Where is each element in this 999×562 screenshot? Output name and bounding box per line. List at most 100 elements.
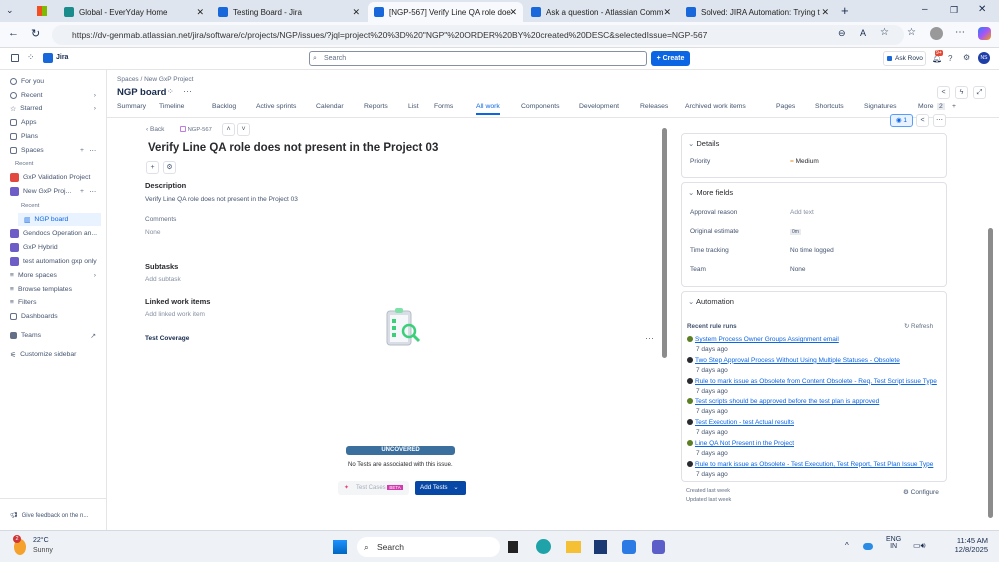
expand-icon[interactable]: ⤢	[973, 86, 986, 99]
configure-button[interactable]: ⚙ Configure	[903, 488, 939, 496]
add-tests-button[interactable]: Add Tests ⌄	[415, 481, 466, 495]
app-switcher-icon[interactable]: ⁘	[27, 52, 35, 63]
tab-releases[interactable]: Releases	[640, 103, 668, 110]
rule-link[interactable]: Test scripts should be approved before t…	[695, 398, 879, 405]
rule-link[interactable]: Two Step Approval Process Without Using …	[695, 357, 900, 364]
sidebar-project[interactable]: test automation gxp only	[4, 255, 102, 268]
back-icon[interactable]: ←	[8, 27, 19, 39]
original-estimate-field[interactable]: 0m	[790, 229, 801, 235]
ask-rovo-button[interactable]: Ask Rovo	[883, 51, 926, 66]
browser-tab-active[interactable]: [NGP-567] Verify Line QA role doe ✕	[368, 2, 523, 22]
browser-tab[interactable]: Testing Board - Jira ✕	[212, 2, 366, 22]
refresh-button[interactable]: ↻ Refresh	[904, 323, 933, 330]
tab-archived-work-items[interactable]: Archived work items	[685, 103, 746, 110]
taskbar-search[interactable]: ⌕ Search	[357, 537, 500, 557]
user-avatar[interactable]: NS	[978, 52, 990, 64]
start-button[interactable]	[333, 540, 347, 554]
automation-toggle[interactable]: ⌄ Automation	[688, 297, 734, 306]
language-indicator[interactable]: ENG IN	[886, 536, 901, 550]
issue-scrollbar[interactable]	[662, 128, 667, 358]
store-icon[interactable]	[594, 540, 607, 554]
tab-reports[interactable]: Reports	[364, 103, 388, 110]
rule-link[interactable]: Rule to mark issue as Obsolete - Test Ex…	[695, 461, 933, 468]
sidebar-project[interactable]: GxP Validation Project	[4, 171, 102, 184]
close-tab-icon[interactable]: ✕	[663, 7, 671, 18]
tab-calendar[interactable]: Calendar	[316, 103, 344, 110]
tab-list[interactable]: List	[408, 103, 419, 110]
rule-link[interactable]: Rule to mark issue as Obsolete from Cont…	[695, 378, 937, 385]
rule-link[interactable]: System Process Owner Groups Assignment e…	[695, 336, 839, 343]
tab-backlog[interactable]: Backlog	[212, 103, 236, 110]
close-tab-icon[interactable]: ✕	[352, 7, 360, 18]
clock[interactable]: 11:45 AM 12/8/2025	[946, 536, 988, 554]
create-button[interactable]: + Create	[651, 51, 690, 66]
favorites-icon[interactable]: ☆	[907, 27, 916, 38]
sidebar-project[interactable]: New GxP Proj... + ⋯	[4, 185, 102, 198]
sidebar-toggle-icon[interactable]	[11, 54, 19, 62]
sidebar-item-browse-templates[interactable]: ≡ Browse templates	[4, 283, 102, 296]
tab-timeline[interactable]: Timeline	[159, 103, 184, 110]
close-tab-icon[interactable]: ✕	[821, 7, 829, 18]
team-icon[interactable]: ⁘	[167, 87, 174, 96]
tab-all-work[interactable]: All work	[476, 103, 500, 115]
previous-issue-button[interactable]: ˄	[222, 123, 235, 136]
sidebar-item-filters[interactable]: ≡ Filters	[4, 296, 102, 309]
profile-avatar[interactable]	[930, 27, 943, 40]
file-explorer-icon[interactable]	[566, 541, 581, 553]
browser-tab[interactable]: Global - EverYday Home ✕	[58, 2, 210, 22]
tab-shortcuts[interactable]: Shortcuts	[815, 103, 844, 110]
more-icon[interactable]: ⋯	[89, 188, 96, 196]
test-cases-button[interactable]: ✦ Test Cases BETA	[338, 481, 409, 495]
sidebar-item-recent[interactable]: Recent ›	[4, 89, 102, 102]
tab-summary[interactable]: Summary	[117, 103, 146, 110]
add-tab-button[interactable]: +	[952, 103, 956, 110]
sidebar-project[interactable]: GxP Hybrid	[4, 241, 102, 254]
more-fields-toggle[interactable]: ⌄ More fields	[688, 188, 733, 197]
sidebar-item-ngp-board[interactable]: ▥ NGP board	[18, 213, 101, 226]
watch-button[interactable]: ◉ 1	[890, 114, 913, 127]
zoom-icon[interactable]: ⊖	[838, 28, 846, 39]
apps-gear-icon[interactable]: ⚙	[163, 161, 176, 174]
approval-reason-field[interactable]: Add text	[790, 209, 814, 216]
onedrive-icon[interactable]	[863, 543, 873, 550]
more-actions-icon[interactable]: ⋯	[933, 114, 946, 127]
task-view-icon[interactable]	[508, 541, 518, 553]
browser-tab[interactable]: Solved: JIRA Automation: Trying t ✕	[680, 2, 835, 22]
tab-forms[interactable]: Forms	[434, 103, 453, 110]
back-link[interactable]: ‹ Back	[146, 126, 164, 133]
minimize-button[interactable]: –	[922, 4, 928, 15]
address-bar[interactable]: https://dv-genmab.atlassian.net/jira/sof…	[52, 25, 904, 45]
favorite-star-icon[interactable]: ☆	[880, 27, 889, 38]
next-issue-button[interactable]: ˅	[237, 123, 250, 136]
copilot-icon[interactable]	[978, 27, 991, 40]
restore-button[interactable]: ❐	[950, 5, 958, 16]
teams-icon[interactable]	[652, 540, 665, 554]
page-scrollbar[interactable]	[988, 228, 993, 518]
share-icon[interactable]: <	[937, 86, 950, 99]
tab-pages[interactable]: Pages	[776, 103, 795, 110]
feedback-button[interactable]: 📢︎ Give feedback on the n...	[4, 509, 102, 522]
automation-bolt-icon[interactable]: ϟ	[955, 86, 968, 99]
more-icon[interactable]: ⋯	[645, 333, 654, 344]
close-tab-icon[interactable]: ✕	[509, 7, 517, 18]
breadcrumb-spaces[interactable]: Spaces	[117, 76, 139, 83]
sidebar-item-plans[interactable]: Plans	[4, 130, 102, 143]
tab-more[interactable]: More	[918, 103, 934, 110]
details-toggle[interactable]: ⌄ Details	[688, 139, 719, 148]
close-window-button[interactable]: ✕	[978, 4, 986, 15]
show-hidden-icons[interactable]: ^	[845, 541, 849, 550]
sidebar-item-customize[interactable]: ⚟ Customize sidebar	[4, 348, 102, 361]
tab-signatures[interactable]: Signatures	[864, 103, 897, 110]
add-linked-item-link[interactable]: Add linked work item	[145, 311, 205, 318]
more-icon[interactable]: ⋯	[955, 27, 965, 38]
add-icon[interactable]: +	[80, 188, 84, 195]
description-text[interactable]: Verify Line QA role does not present in …	[145, 196, 298, 203]
sidebar-project[interactable]: Gendocs Operation an...	[4, 227, 102, 240]
read-aloud-icon[interactable]: A	[860, 28, 866, 38]
add-button[interactable]: +	[146, 161, 159, 174]
rule-link[interactable]: Line QA Not Present in the Project	[695, 440, 794, 447]
sidebar-item-spaces[interactable]: Spaces + ⋯	[4, 144, 102, 157]
tab-actions-chevron-icon[interactable]: ⌄	[6, 5, 14, 16]
team-field[interactable]: None	[790, 266, 806, 273]
sidebar-item-more-spaces[interactable]: ≡ More spaces ›	[4, 269, 102, 282]
